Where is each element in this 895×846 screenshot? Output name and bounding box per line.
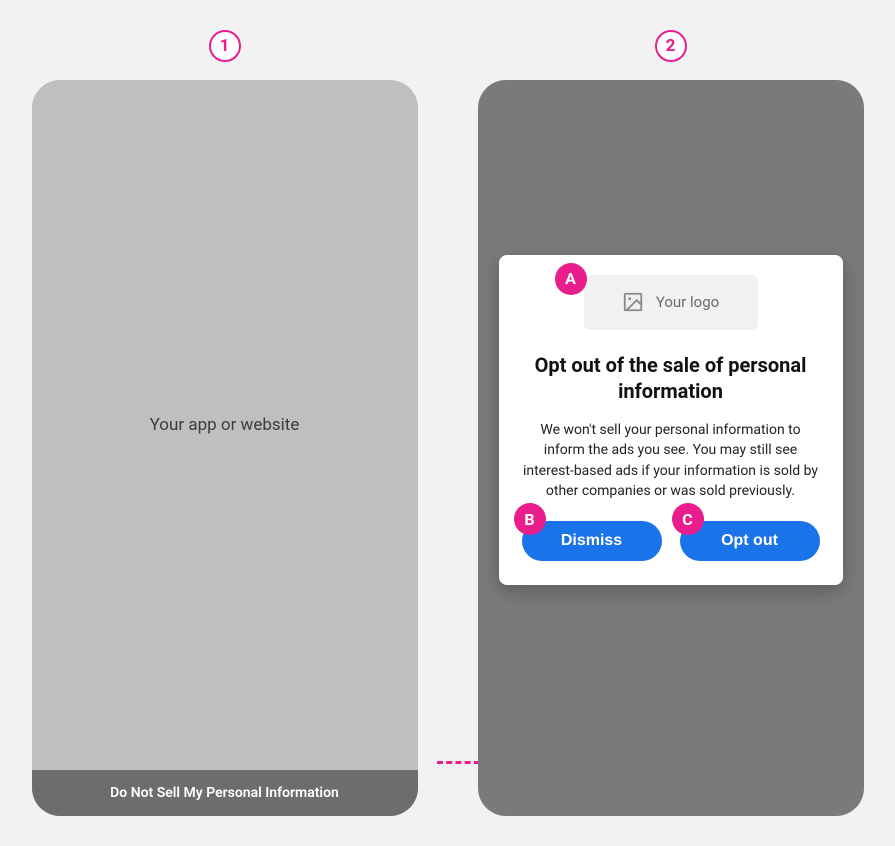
optout-button-wrap: C Opt out <box>680 521 820 561</box>
dismiss-button-wrap: B Dismiss <box>522 521 662 561</box>
diagram-container: 1 Your app or website Do Not Sell My Per… <box>0 0 895 846</box>
callout-a: A <box>555 263 587 295</box>
screen-2: A Your logo Opt out of the sale of perso… <box>478 80 864 816</box>
screen-1-placeholder: Your app or website <box>32 80 418 770</box>
screen-2-wrapper: 2 A Your logo Opt out of the sale of per… <box>478 30 864 816</box>
logo-placeholder-label: Your logo <box>656 293 719 311</box>
callout-c: C <box>672 503 704 535</box>
step-badge-2: 2 <box>655 30 687 62</box>
screen-1: Your app or website Do Not Sell My Perso… <box>32 80 418 816</box>
modal-body: We won't sell your personal information … <box>517 420 825 501</box>
opt-out-modal: A Your logo Opt out of the sale of perso… <box>499 255 843 585</box>
modal-title: Opt out of the sale of personal informat… <box>517 352 825 404</box>
image-icon <box>622 291 644 313</box>
do-not-sell-link[interactable]: Do Not Sell My Personal Information <box>32 770 418 816</box>
step-badge-1: 1 <box>209 30 241 62</box>
modal-buttons: B Dismiss C Opt out <box>517 521 825 561</box>
screen-1-wrapper: 1 Your app or website Do Not Sell My Per… <box>32 30 418 816</box>
callout-b: B <box>514 503 546 535</box>
logo-placeholder: Your logo <box>584 275 758 330</box>
